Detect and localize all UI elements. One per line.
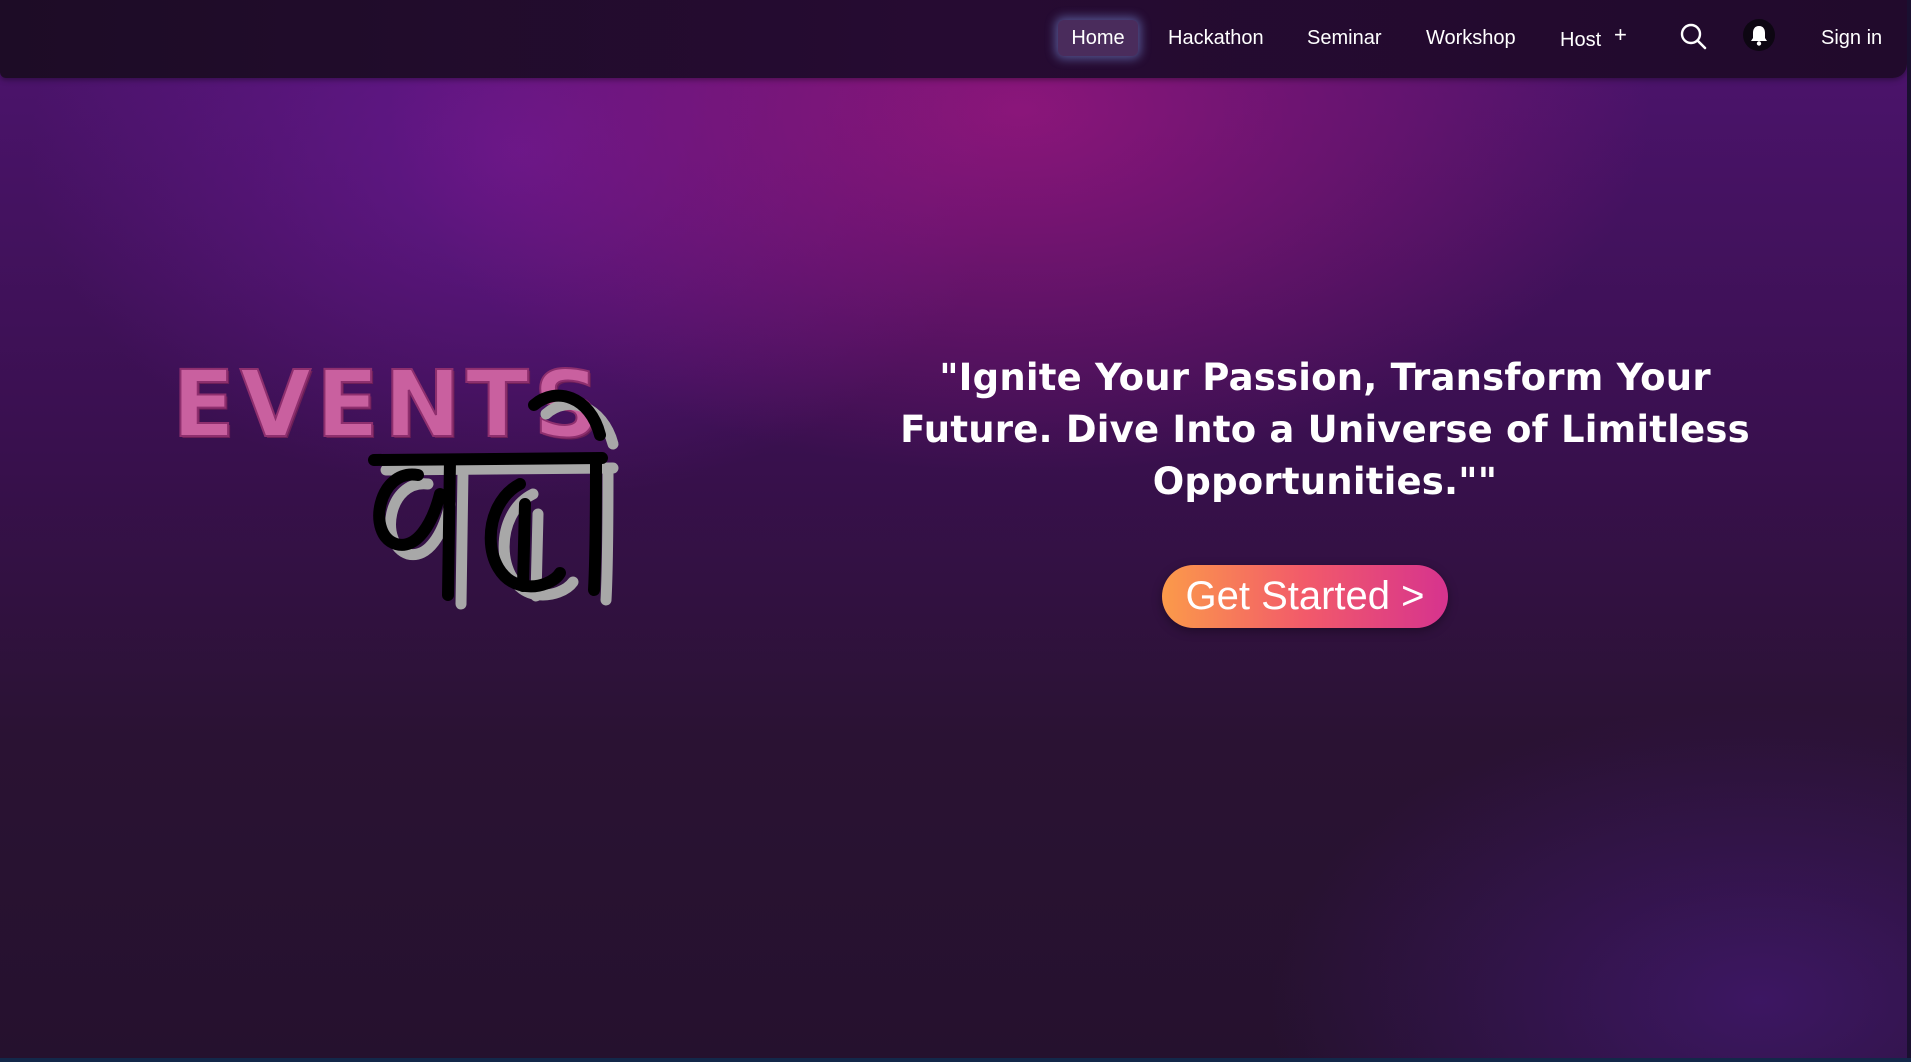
bottom-edge — [0, 1058, 1911, 1062]
get-started-button[interactable]: Get Started > — [1162, 565, 1448, 628]
plus-icon[interactable]: + — [1614, 22, 1627, 48]
page: Home Hackathon Seminar Workshop Host + S… — [0, 0, 1911, 1062]
hero-tagline: "Ignite Your Passion, Transform Your Fut… — [900, 356, 1750, 503]
nav-workshop[interactable]: Workshop — [1426, 20, 1516, 56]
sign-in-link[interactable]: Sign in — [1821, 20, 1882, 56]
logo-wale-script — [368, 389, 619, 610]
events-wale-logo: EVENTS — [160, 354, 720, 615]
search-icon[interactable] — [1679, 22, 1707, 50]
nav-hackathon[interactable]: Hackathon — [1168, 20, 1264, 56]
nav-home[interactable]: Home — [1058, 20, 1138, 56]
nav-seminar[interactable]: Seminar — [1307, 20, 1381, 56]
nav-host[interactable]: Host — [1560, 22, 1601, 58]
right-edge — [1907, 0, 1911, 1062]
top-navbar: Home Hackathon Seminar Workshop Host + S… — [0, 0, 1907, 78]
bell-icon[interactable] — [1743, 19, 1775, 51]
